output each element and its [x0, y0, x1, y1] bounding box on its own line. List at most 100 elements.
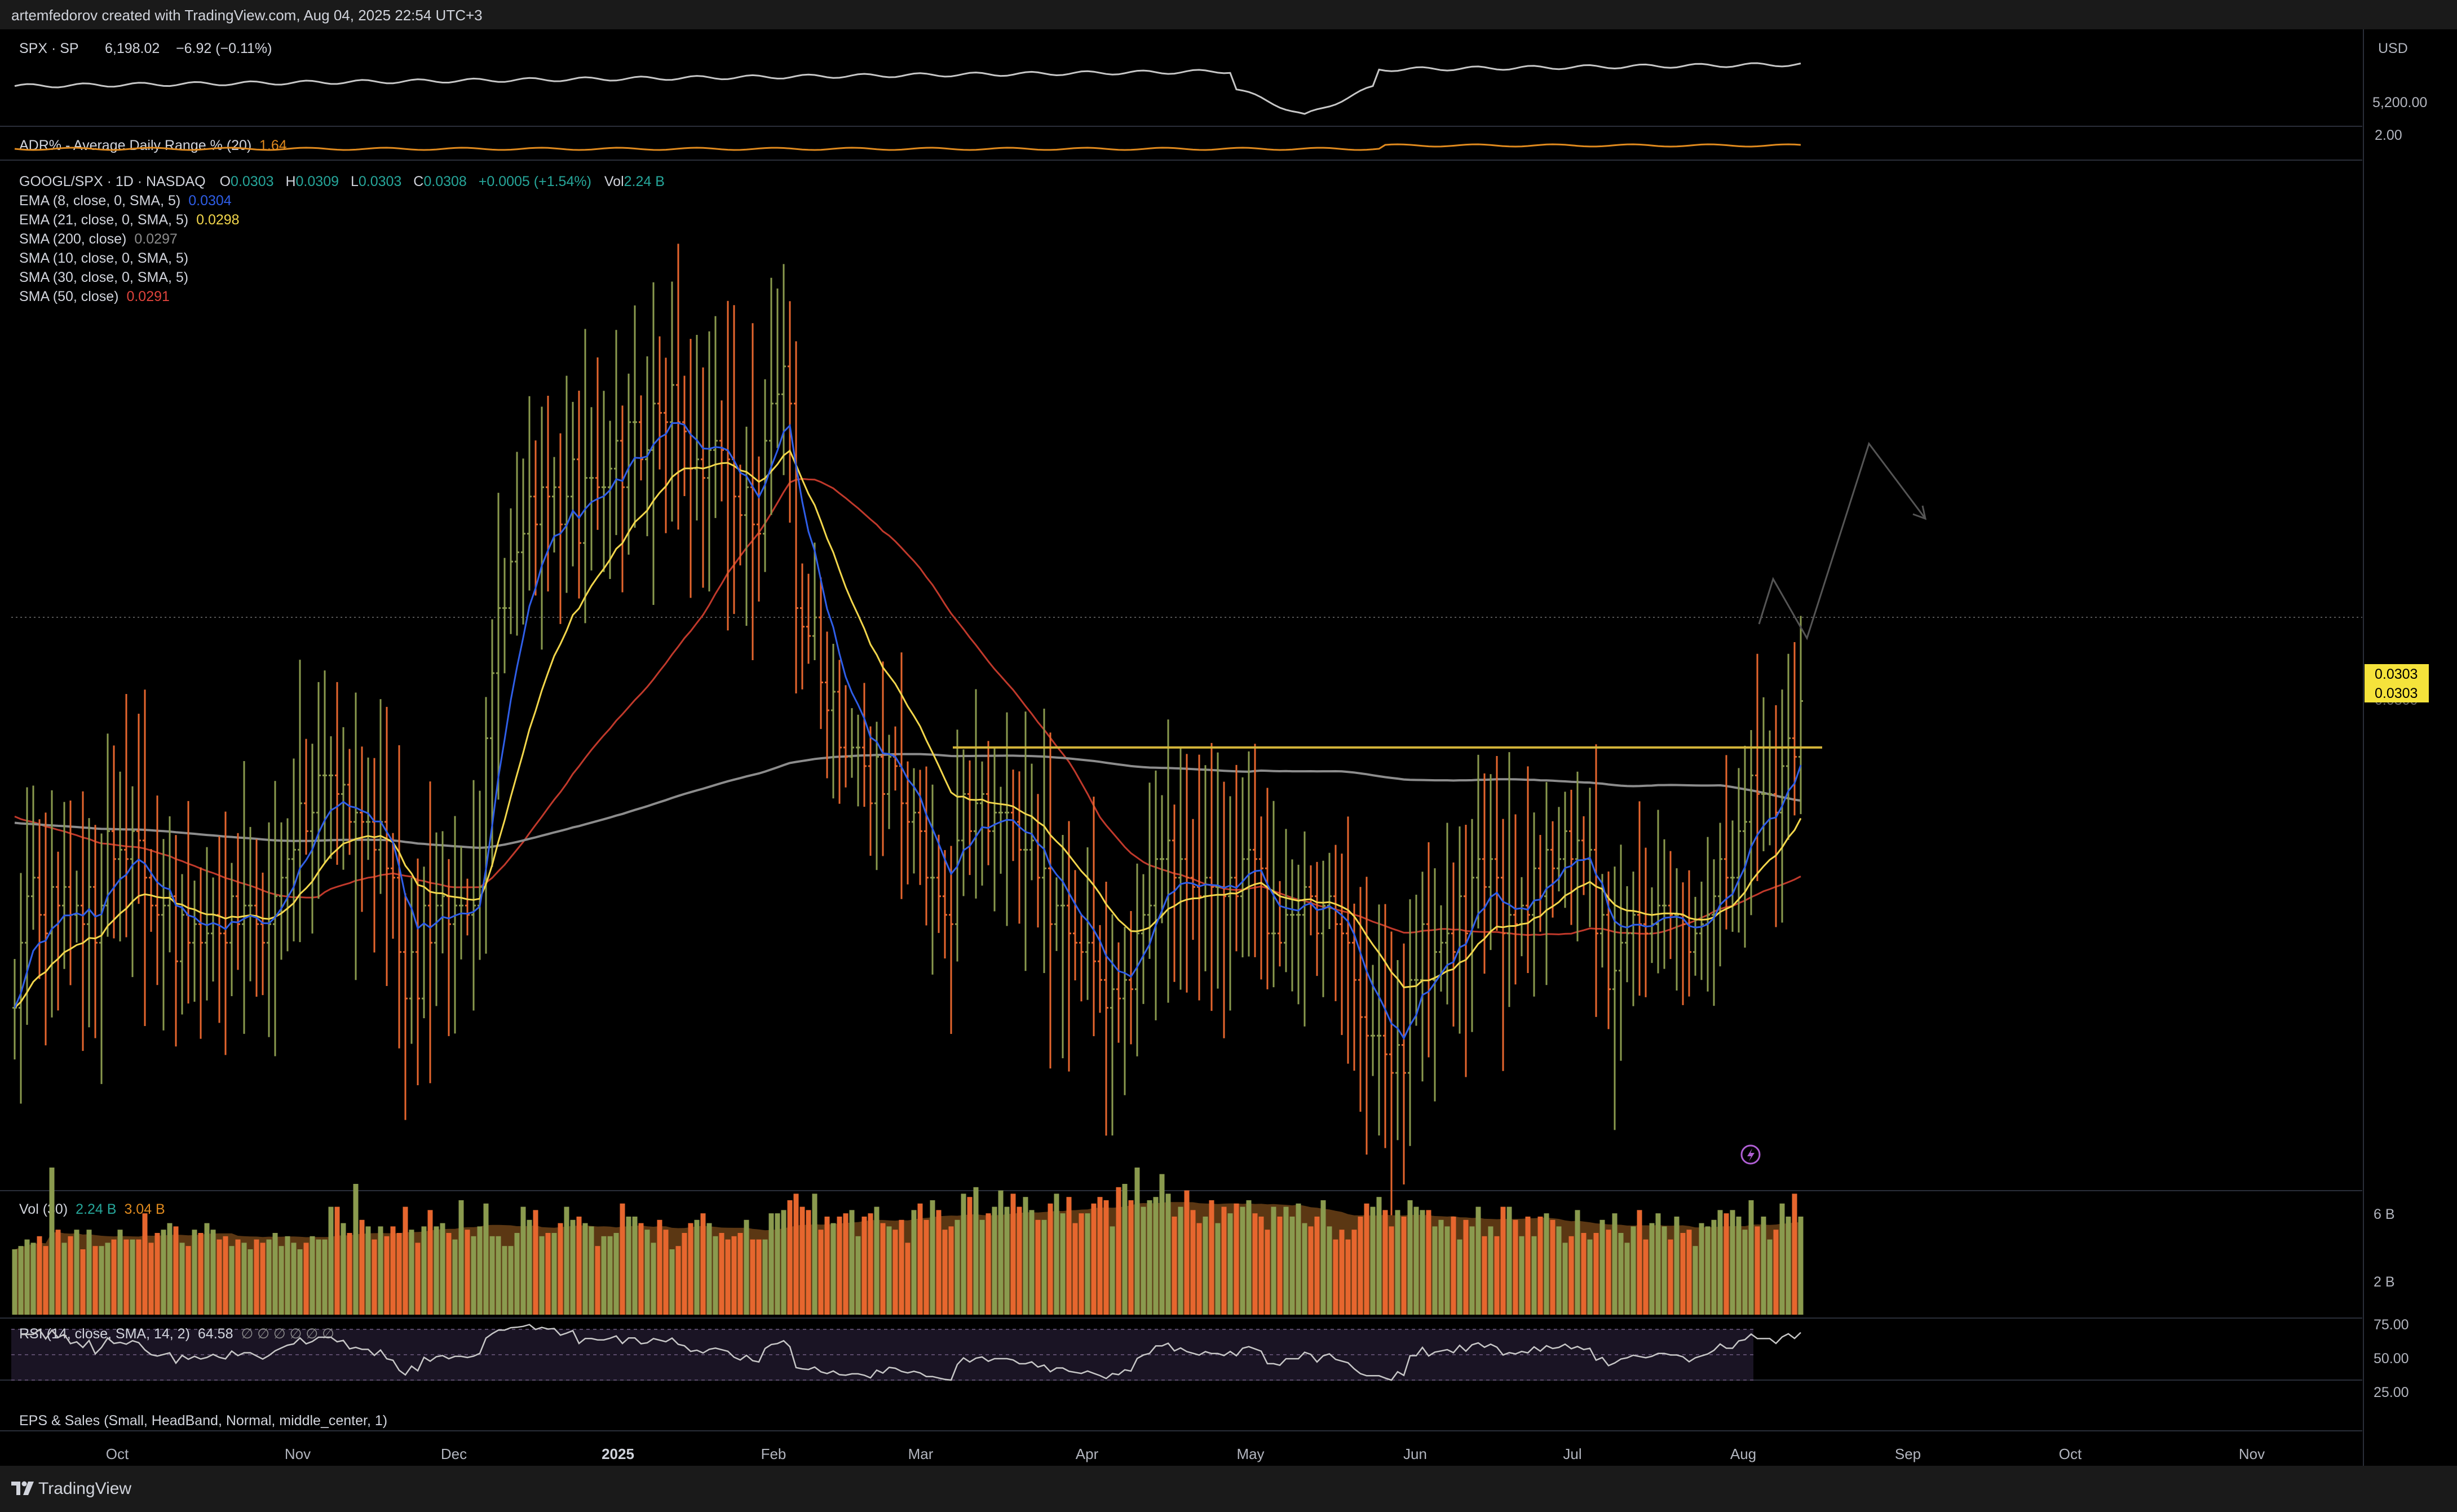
- ohlc-bar: [1172, 804, 1177, 982]
- ohlc-bar: [291, 758, 296, 941]
- ohlc-bar: [924, 766, 929, 926]
- volume-bar: [855, 1236, 861, 1315]
- ohlc-bar: [1203, 765, 1208, 971]
- ohlc-bar: [1141, 874, 1146, 1004]
- ohlc-bar: [850, 708, 854, 778]
- volume-bar: [1525, 1217, 1531, 1315]
- ohlc-bar: [1426, 842, 1431, 1058]
- volume-bar: [1475, 1206, 1481, 1315]
- ohlc-bar: [1017, 771, 1022, 924]
- ohlc-bar: [1414, 895, 1418, 1026]
- volume-bar: [539, 1236, 545, 1315]
- volume-bar: [1110, 1226, 1115, 1315]
- volume-bar: [806, 1210, 811, 1315]
- month-label: Sep: [1895, 1445, 1921, 1462]
- volume-bar: [750, 1239, 755, 1315]
- ohlc-bar: [1216, 752, 1220, 989]
- volume-bar: [1438, 1219, 1444, 1315]
- volume-bar: [1463, 1219, 1469, 1315]
- ohlc-bar: [1302, 831, 1307, 1027]
- projection-path[interactable]: [1758, 441, 1926, 640]
- ohlc-bar: [1439, 905, 1443, 992]
- ohlc-bar: [192, 880, 197, 1002]
- ohlc-bar: [527, 396, 532, 591]
- ohlc-bar: [1526, 766, 1530, 974]
- ohlc-bar: [1668, 851, 1673, 960]
- ohlc-bar: [1687, 870, 1691, 997]
- volume-bar: [415, 1243, 421, 1315]
- volume-bar: [347, 1233, 352, 1315]
- ohlc-bar: [1662, 839, 1667, 969]
- ohlc-bar: [788, 301, 792, 523]
- volume-bar: [1277, 1217, 1283, 1315]
- volume-bar: [1630, 1226, 1636, 1315]
- volume-bar: [18, 1246, 24, 1315]
- ohlc-bar: [1352, 903, 1356, 1071]
- ohlc-bar: [868, 726, 873, 856]
- volume-bar: [1500, 1206, 1506, 1315]
- volume-bar: [403, 1206, 408, 1315]
- volume-bar: [1395, 1210, 1400, 1315]
- ohlc-bar: [1296, 864, 1301, 1005]
- ohlc-bar: [781, 264, 786, 475]
- ohlc-bar: [1160, 795, 1164, 923]
- ohlc-bar: [1222, 781, 1226, 1038]
- ohlc-bar: [366, 757, 370, 860]
- ohlc-bar: [440, 831, 445, 954]
- volume-bar: [12, 1249, 17, 1315]
- volume-bar: [651, 1243, 656, 1315]
- volume-bar: [427, 1210, 433, 1315]
- ohlc-bar: [1513, 814, 1518, 985]
- volume-bar: [279, 1246, 284, 1315]
- ohlc-bar: [769, 277, 774, 515]
- spx-pane: SPX · SP 6,198.02 −6.92 (−0.11%): [14, 41, 1801, 115]
- ohlc-bar: [1340, 854, 1344, 1035]
- ohlc-bar: [602, 391, 606, 572]
- volume-bar: [1531, 1236, 1537, 1315]
- volume-bar: [1066, 1197, 1072, 1315]
- volume-bar: [1792, 1193, 1797, 1315]
- volume-bar: [818, 1230, 824, 1315]
- volume-bar: [465, 1230, 470, 1315]
- vol-pane-label: Vol (30): [19, 1201, 68, 1217]
- ohlc-bar: [1550, 821, 1555, 918]
- tradingview-logo-icon[interactable]: [10, 1478, 35, 1498]
- ohlc-bar: [806, 573, 811, 664]
- chart-canvas[interactable]: SPX · SP 6,198.02 −6.92 (−0.11%) ADR% - …: [0, 29, 2457, 1466]
- symbol-title: GOOGL/SPX · 1D · NASDAQ: [19, 174, 206, 189]
- volume-bar: [1482, 1236, 1487, 1315]
- volume-bar: [868, 1213, 873, 1315]
- volume-bar: [948, 1226, 954, 1315]
- ohlc-bar: [1495, 755, 1499, 931]
- volume-bar: [99, 1246, 104, 1315]
- volume-bar: [998, 1190, 1004, 1315]
- volume-bar: [322, 1239, 328, 1315]
- ind-sma10-label: SMA (10, close, 0, SMA, 5): [19, 250, 188, 266]
- volume-bar: [1327, 1226, 1332, 1315]
- volume-bar: [1705, 1226, 1711, 1315]
- rsi-nan-values: ∅ ∅ ∅ ∅ ∅ ∅: [241, 1326, 334, 1342]
- price-axis[interactable]: USD 5,200.00 2.00 0.0300 0.0303 0.0303: [2365, 41, 2429, 708]
- low-label: L: [351, 174, 359, 189]
- ohlc-bar: [800, 563, 805, 689]
- volume-bar: [700, 1213, 706, 1315]
- volume-bar: [142, 1213, 148, 1315]
- volume-bar: [1072, 1223, 1078, 1315]
- volume-bar: [936, 1210, 942, 1315]
- ohlc-bar: [1023, 711, 1028, 971]
- ohlc-bar: [68, 800, 73, 985]
- volume-bar: [954, 1219, 960, 1315]
- month-label: Apr: [1076, 1445, 1099, 1462]
- volume-bar: [1550, 1219, 1555, 1315]
- volume-bar: [248, 1249, 253, 1315]
- volume-bar: [582, 1223, 588, 1315]
- volume-bar: [1730, 1210, 1735, 1315]
- event-lightning-icon[interactable]: [1740, 1144, 1761, 1165]
- svg-text:SMA (30, close, 0, SMA, 5): SMA (30, close, 0, SMA, 5): [19, 269, 188, 285]
- time-axis[interactable]: Oct Nov Dec 2025 Feb Mar Apr May Jun Jul Aug Sep Oct…: [106, 1445, 2265, 1462]
- volume-bar: [1655, 1213, 1661, 1315]
- volume-bar: [1686, 1230, 1692, 1315]
- ohlc-bar: [620, 405, 625, 593]
- volume-bar: [1389, 1226, 1394, 1315]
- footer-brand: TradingView: [38, 1479, 132, 1498]
